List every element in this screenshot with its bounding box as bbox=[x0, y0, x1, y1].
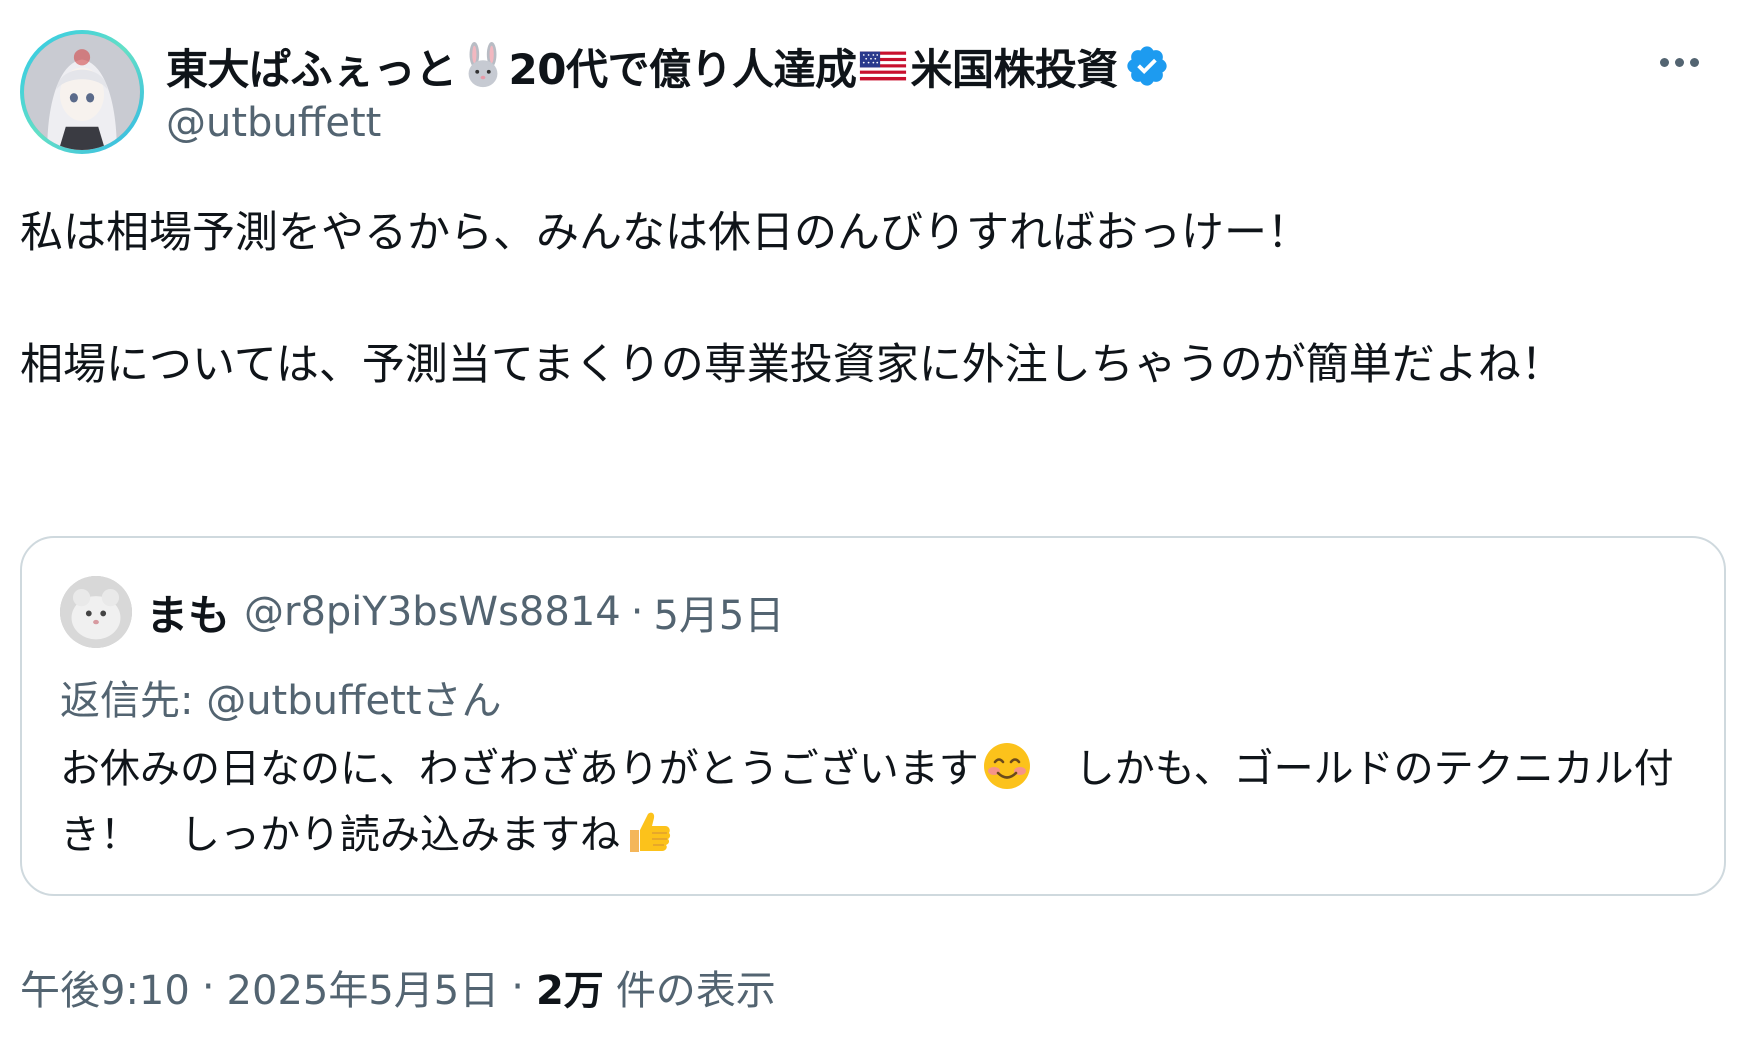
more-dot bbox=[1674, 57, 1684, 67]
quoted-text: お休みの日なのに、わざわざありがとうございます しかも、ゴールドのテクニカル付き… bbox=[60, 736, 1680, 868]
tweet-time[interactable]: 午後9:10 bbox=[20, 958, 190, 1016]
quoted-date[interactable]: 5月5日 bbox=[653, 583, 784, 641]
quoted-handle[interactable]: @r8piY3bsWs8814 bbox=[244, 589, 621, 635]
separator-dot: · bbox=[630, 589, 644, 635]
display-name-part1[interactable]: 東大ぱふぇっと bbox=[166, 36, 457, 97]
views-count[interactable]: 2万 bbox=[536, 958, 604, 1016]
smiling-face-emoji-icon bbox=[983, 743, 1030, 789]
quoted-tweet-card[interactable]: まも @r8piY3bsWs8814 · 5月5日 返信先: @utbuffet… bbox=[20, 536, 1726, 896]
quoted-author-avatar[interactable] bbox=[60, 576, 132, 648]
reply-to-label: 返信先: @utbuffettさん bbox=[60, 678, 502, 724]
author-name-row[interactable]: 東大ぱふぇっと 20代で億り人達成 米国株投資 bbox=[166, 38, 1170, 94]
tweet-date[interactable]: 2025年5月5日 bbox=[227, 958, 500, 1016]
tweet-body: 私は相場予測をやるから、みんなは休日のんびりすればおっけー！ 相場については、予… bbox=[20, 200, 1720, 398]
display-name-part2[interactable]: 20代で億り人達成 bbox=[509, 36, 857, 97]
quoted-text-part1: お休みの日なのに、わざわざありがとうございます bbox=[60, 746, 979, 792]
views-label: 件の表示 bbox=[615, 968, 776, 1014]
author-handle[interactable]: @utbuffett bbox=[166, 100, 381, 146]
more-dot bbox=[1689, 57, 1699, 67]
tweet-meta: 午後9:10 · 2025年5月5日 · 2万 件の表示 bbox=[20, 958, 776, 1016]
quoted-author-row: まも @r8piY3bsWs8814 · 5月5日 bbox=[146, 584, 784, 640]
rabbit-emoji-icon bbox=[468, 41, 497, 88]
separator-dot: · bbox=[201, 964, 215, 1010]
us-flag-emoji-icon bbox=[860, 51, 907, 81]
display-name-part3[interactable]: 米国株投資 bbox=[910, 36, 1118, 97]
more-dot bbox=[1659, 57, 1669, 67]
tweet: 東大ぱふぇっと 20代で億り人達成 米国株投資 @utbuffett 私は相場予… bbox=[0, 0, 1747, 1042]
quoted-display-name[interactable]: まも bbox=[146, 582, 230, 643]
more-options-icon[interactable] bbox=[1651, 44, 1707, 80]
separator-dot: · bbox=[511, 964, 524, 1010]
avatar-image bbox=[24, 34, 140, 150]
thumbs-up-emoji-icon bbox=[630, 812, 671, 852]
tweet-paragraph-2: 相場については、予測当てまくりの専業投資家に外注しちゃうのが簡単だよね！ bbox=[20, 340, 1564, 390]
tweet-paragraph-1: 私は相場予測をやるから、みんなは休日のんびりすればおっけー！ bbox=[20, 208, 1310, 258]
verified-badge-icon[interactable] bbox=[1124, 43, 1170, 89]
author-avatar[interactable] bbox=[20, 30, 144, 154]
